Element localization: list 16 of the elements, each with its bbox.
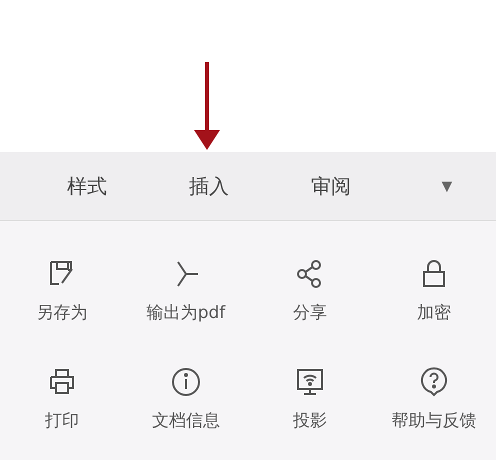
menu-item[interactable]: 投影 [248,343,372,451]
tab[interactable]: 审阅 [270,166,392,206]
tab[interactable]: 样式 [26,166,148,206]
menu-item[interactable]: 输出为pdf [124,235,248,343]
menu-item[interactable]: 打印 [0,343,124,451]
help-icon [419,367,449,397]
info-icon [171,367,201,397]
printer-icon [47,367,77,397]
menu-item[interactable]: 加密 [372,235,496,343]
tab[interactable]: 插入 [148,166,270,206]
menu-item[interactable]: 文档信息 [124,343,248,451]
menu-item[interactable]: 分享 [248,235,372,343]
monitor-wifi-icon [295,367,325,397]
menu-item[interactable]: 帮助与反馈 [372,343,496,451]
menu-item[interactable]: 另存为 [0,235,124,343]
dropdown-button[interactable]: ▼ [438,176,456,196]
